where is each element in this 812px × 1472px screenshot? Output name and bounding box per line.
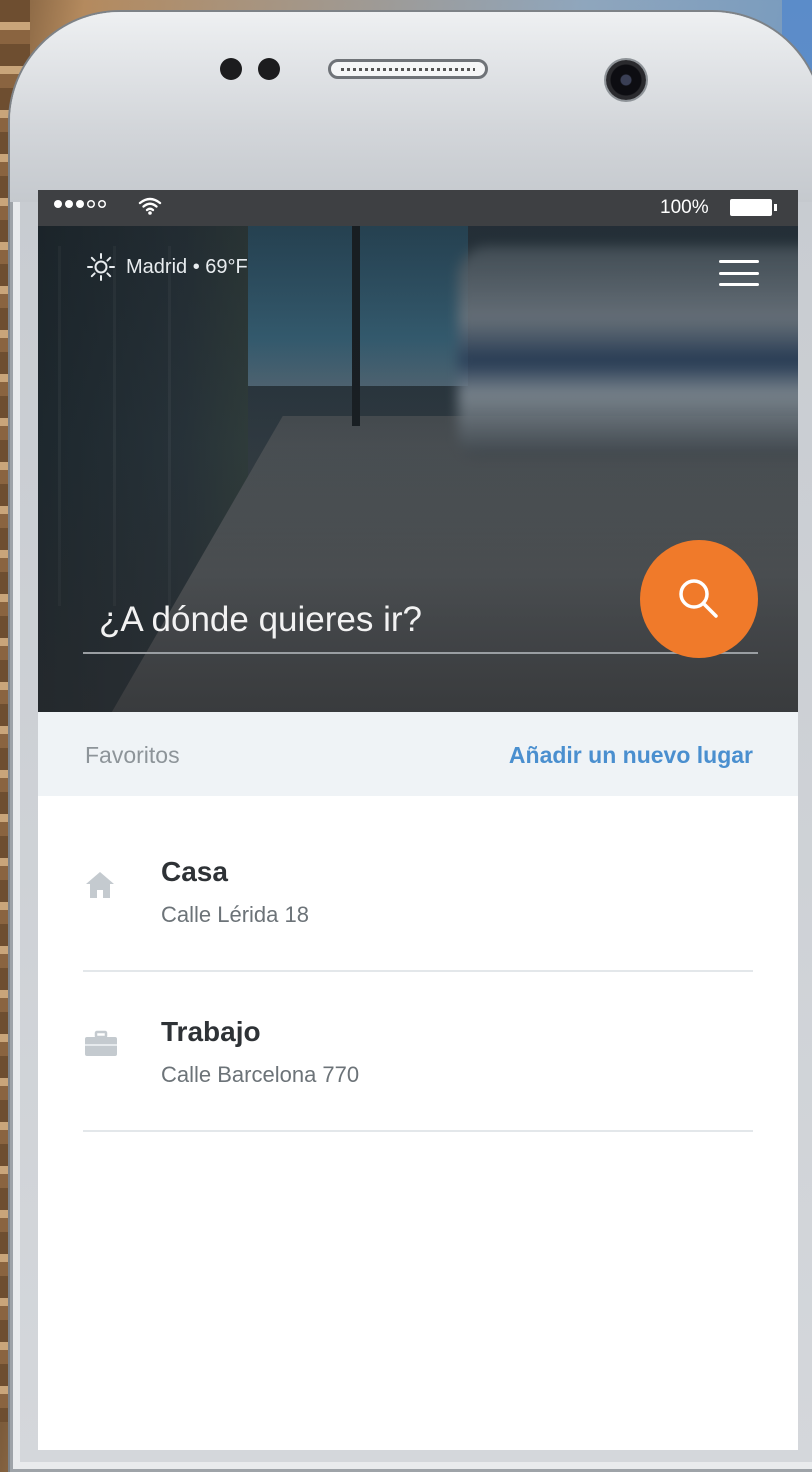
battery-icon <box>730 199 777 216</box>
app-screen: 100% Madrid • 69°F ¿A dónde quieres ir? … <box>38 190 798 1450</box>
weather-text: Madrid • 69°F <box>126 255 248 278</box>
earpiece-speaker <box>328 59 488 79</box>
search-icon <box>679 579 718 618</box>
phone-top-bezel <box>10 12 812 202</box>
favorite-item-casa[interactable]: Casa Calle Lérida 18 <box>83 812 753 972</box>
phone-frame: 100% Madrid • 69°F ¿A dónde quieres ir? … <box>10 12 812 1472</box>
sun-icon <box>87 253 115 281</box>
battery-percent: 100% <box>660 197 709 218</box>
add-new-place-link[interactable]: Añadir un nuevo lugar <box>509 742 753 769</box>
wifi-icon <box>138 197 162 215</box>
favorite-name: Casa <box>161 856 228 887</box>
signal-strength-icon <box>54 200 106 208</box>
favorite-address: Calle Lérida 18 <box>161 902 309 927</box>
favorite-name: Trabajo <box>161 1016 261 1047</box>
search-button[interactable] <box>640 540 758 658</box>
weather-widget: Madrid • 69°F <box>86 252 248 282</box>
favorite-item-trabajo[interactable]: Trabajo Calle Barcelona 770 <box>83 972 753 1132</box>
favorites-title: Favoritos <box>85 742 180 768</box>
favorite-address: Calle Barcelona 770 <box>161 1062 360 1087</box>
proximity-sensor <box>220 58 242 80</box>
hamburger-menu-icon[interactable] <box>719 260 759 286</box>
briefcase-icon <box>85 1030 117 1056</box>
light-sensor <box>258 58 280 80</box>
home-icon <box>86 872 114 898</box>
hero-banner: Madrid • 69°F <box>38 226 798 712</box>
favorites-header: Favoritos Añadir un nuevo lugar <box>38 712 798 796</box>
status-bar: 100% <box>38 190 798 226</box>
front-camera <box>606 60 646 100</box>
